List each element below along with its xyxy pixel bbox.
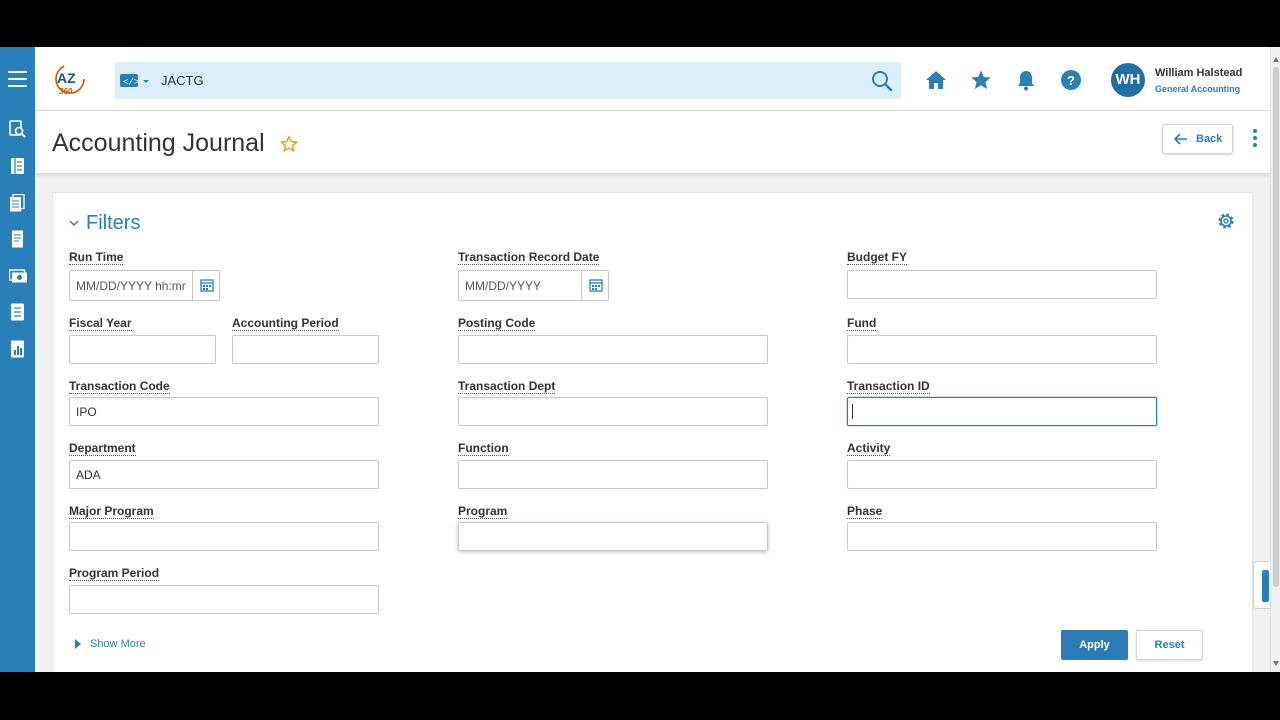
svg-text:?: ? (1067, 73, 1075, 88)
favorite-star-icon[interactable] (280, 135, 298, 153)
program-period-input[interactable] (69, 585, 379, 614)
transaction-code-input[interactable] (69, 397, 379, 426)
svg-text:360: 360 (59, 87, 73, 96)
receipt-icon[interactable] (9, 230, 26, 248)
star-icon[interactable] (970, 69, 992, 91)
program-period-label: Program Period (69, 566, 160, 581)
search-icon[interactable] (871, 70, 893, 92)
major-program-label: Major Program (69, 504, 154, 519)
posting-code-label: Posting Code (458, 316, 536, 331)
caret-right-icon (75, 639, 81, 649)
back-label: Back (1196, 133, 1223, 145)
calendar-icon[interactable] (192, 271, 220, 300)
fiscal-year-input[interactable] (69, 335, 216, 364)
apply-button[interactable]: Apply (1061, 630, 1128, 660)
budget-fy-input[interactable] (847, 270, 1157, 299)
help-icon[interactable]: ? (1060, 69, 1082, 91)
transaction-record-date-label: Transaction Record Date (458, 250, 600, 265)
scroll-down-icon[interactable] (1273, 661, 1279, 666)
global-search-bar: </> (115, 62, 901, 99)
chevron-down-icon (69, 220, 79, 226)
accounting-period-input[interactable] (232, 335, 379, 364)
user-role: General Accounting (1155, 84, 1241, 94)
posting-code-input[interactable] (458, 335, 768, 364)
transaction-dept-input[interactable] (458, 397, 768, 426)
svg-text:</>: </> (123, 78, 139, 88)
major-program-input[interactable] (69, 522, 379, 551)
side-panel-tab[interactable] (1253, 561, 1270, 609)
user-name: William Halstead (1155, 67, 1243, 79)
avatar: WH (1111, 63, 1145, 97)
page-header: Accounting Journal Back (35, 111, 1270, 173)
home-icon[interactable] (925, 69, 947, 91)
phase-label: Phase (847, 504, 883, 519)
documents-icon[interactable] (9, 193, 26, 212)
search-input[interactable] (161, 68, 851, 93)
analytics-icon[interactable] (9, 340, 26, 358)
fund-label: Fund (847, 316, 877, 331)
filters-title: Filters (86, 212, 141, 234)
department-label: Department (69, 441, 136, 456)
page-scrollbar[interactable] (1270, 47, 1280, 672)
az360-logo[interactable]: AZ 360 (53, 63, 89, 97)
search-documents-icon[interactable] (9, 120, 26, 138)
activity-label: Activity (847, 441, 891, 456)
payments-icon[interactable] (8, 266, 27, 284)
page-title: Accounting Journal (52, 129, 265, 157)
fiscal-year-label: Fiscal Year (69, 316, 132, 331)
phase-input[interactable] (847, 522, 1157, 551)
scroll-up-icon[interactable] (1273, 57, 1279, 62)
app-window: AZ 360 </> ? WH William Halstead (0, 47, 1280, 672)
transaction-record-date-field (458, 270, 609, 301)
show-more-label: Show More (90, 638, 146, 650)
back-button[interactable]: Back (1162, 124, 1233, 154)
activity-input[interactable] (847, 460, 1157, 489)
program-input[interactable] (458, 522, 768, 551)
reset-button[interactable]: Reset (1136, 630, 1203, 660)
top-header: AZ 360 </> ? WH William Halstead (35, 47, 1270, 111)
text-caret (852, 404, 853, 419)
menu-icon[interactable] (8, 71, 27, 89)
run-time-field (69, 270, 220, 301)
code-icon[interactable]: </> (119, 72, 153, 90)
department-input[interactable] (69, 460, 379, 489)
scrollbar-thumb[interactable] (1273, 67, 1279, 587)
program-label: Program (458, 504, 508, 519)
accounting-period-label: Accounting Period (232, 316, 339, 331)
run-time-label: Run Time (69, 250, 124, 265)
arrow-left-icon (1174, 133, 1187, 145)
filters-panel: Filters Run Time Fiscal Year Accounting … (52, 192, 1253, 672)
function-label: Function (458, 441, 509, 456)
transaction-id-label: Transaction ID (847, 379, 930, 394)
transaction-record-date-input[interactable] (459, 271, 581, 300)
ledger-icon[interactable] (9, 157, 26, 175)
run-time-input[interactable] (70, 271, 192, 300)
report-list-icon[interactable] (9, 303, 26, 321)
user-profile[interactable]: WH William Halstead General Accounting (1111, 63, 1261, 97)
svg-text:AZ: AZ (57, 70, 76, 86)
gear-icon[interactable] (1216, 211, 1236, 231)
transaction-dept-label: Transaction Dept (458, 379, 556, 394)
budget-fy-label: Budget FY (847, 250, 907, 265)
more-options-icon[interactable] (1252, 129, 1258, 147)
transaction-code-label: Transaction Code (69, 379, 170, 394)
calendar-icon[interactable] (581, 271, 609, 300)
transaction-id-input[interactable] (847, 397, 1157, 426)
bell-icon[interactable] (1015, 69, 1037, 91)
function-input[interactable] (458, 460, 768, 489)
left-nav-rail (0, 47, 35, 672)
fund-input[interactable] (847, 335, 1157, 364)
